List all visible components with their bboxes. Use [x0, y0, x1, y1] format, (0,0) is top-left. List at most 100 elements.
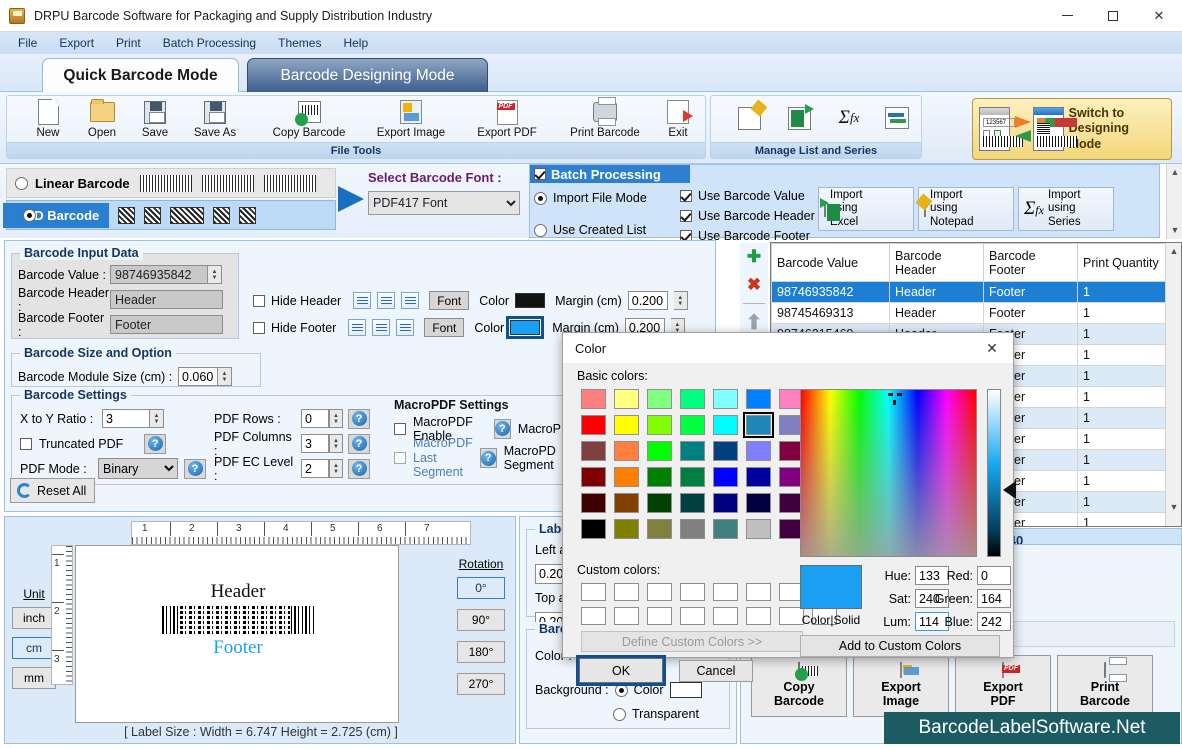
basic-color-swatch[interactable]	[713, 415, 738, 435]
x-to-y-ratio-stepper[interactable]: ▲ ▼	[150, 409, 164, 428]
cell-print-quantity[interactable]: 1	[1077, 344, 1168, 366]
macropdf-last-segment-row[interactable]: MacroPDF Last Segment ? MacroPD Segment	[394, 436, 570, 479]
delete-row-icon[interactable]: ✖	[744, 275, 764, 295]
header-margin-input[interactable]: 0.200	[627, 291, 668, 310]
cell-print-quantity[interactable]: 1	[1077, 470, 1168, 492]
tab-quick-barcode-mode[interactable]: Quick Barcode Mode	[42, 58, 239, 92]
basic-color-swatch[interactable]	[647, 467, 672, 487]
close-icon[interactable]: ✕	[971, 333, 1013, 363]
barcode-font-select[interactable]: PDF417 Font	[368, 191, 520, 215]
pdf-rows-stepper[interactable]: ▲ ▼	[329, 409, 343, 428]
basic-color-swatch[interactable]	[680, 415, 705, 435]
maximize-button[interactable]	[1090, 0, 1136, 32]
macropdf-last-segment-help-button[interactable]: ?	[479, 448, 497, 468]
basic-color-swatch[interactable]	[713, 467, 738, 487]
checkbox-use-barcode-value[interactable]: Use Barcode Value	[680, 186, 841, 206]
custom-color-slot[interactable]	[680, 607, 705, 625]
blue-input[interactable]	[977, 612, 1011, 631]
custom-color-slot[interactable]	[614, 607, 639, 625]
unit-button-inch[interactable]: inch	[12, 607, 56, 629]
basic-color-swatch[interactable]	[647, 519, 672, 539]
pdf-ec-level-stepper[interactable]: ▲ ▼	[329, 459, 343, 478]
menu-item-help[interactable]: Help	[333, 34, 378, 52]
module-size-stepper[interactable]: ▲ ▼	[218, 367, 232, 386]
print-barcode-button[interactable]: Print Barcode	[1057, 655, 1153, 717]
footer-color-swatch[interactable]	[506, 316, 545, 339]
cell-barcode-footer[interactable]: Footer	[983, 302, 1078, 324]
footer-align-left-button[interactable]	[348, 319, 367, 336]
menu-item-print[interactable]: Print	[106, 34, 151, 52]
luminance-bar[interactable]	[987, 389, 1001, 557]
basic-color-swatch[interactable]	[581, 441, 606, 461]
cell-print-quantity[interactable]: 1	[1077, 491, 1168, 513]
macropdf-enable-help-button[interactable]: ?	[493, 418, 511, 439]
macropdf-enable-checkbox[interactable]	[394, 422, 406, 435]
barcode-value-stepper[interactable]: ▲ ▼	[208, 265, 222, 284]
minimize-button[interactable]	[1044, 0, 1090, 32]
custom-color-slot[interactable]	[746, 583, 771, 601]
basic-color-swatch[interactable]	[746, 493, 771, 513]
reset-all-button[interactable]: Reset All	[10, 478, 95, 503]
cell-barcode-value[interactable]: 98745469313	[771, 302, 890, 324]
basic-color-swatch[interactable]	[746, 467, 771, 487]
move-up-icon[interactable]: ⬆	[744, 312, 764, 334]
switch-to-designing-mode-button[interactable]: 123567 Switch to Designing Mode	[972, 98, 1172, 160]
header-color-swatch[interactable]	[515, 293, 546, 308]
custom-color-slot[interactable]	[581, 607, 606, 625]
basic-color-swatch[interactable]	[713, 389, 738, 409]
cell-print-quantity[interactable]: 1	[1077, 302, 1168, 324]
module-size-input[interactable]: 0.060	[178, 367, 218, 386]
transparent-row[interactable]: Transparent	[613, 702, 729, 726]
background-color-swatch[interactable]	[669, 682, 702, 698]
pdf-columns-stepper[interactable]: ▲ ▼	[329, 434, 343, 453]
color-spectrum[interactable]	[800, 389, 977, 557]
basic-color-swatch[interactable]	[680, 519, 705, 539]
unit-button-mm[interactable]: mm	[12, 667, 56, 689]
add-row-icon[interactable]: ✚	[744, 247, 764, 267]
add-to-custom-colors-button[interactable]: Add to Custom Colors	[800, 635, 1000, 657]
basic-color-swatch[interactable]	[746, 389, 771, 409]
ribbon-button-export-pdf[interactable]: Export PDF	[459, 98, 555, 142]
column-header-barcode-value[interactable]: Barcode Value	[771, 243, 890, 282]
rotation-button-270[interactable]: 270°	[457, 673, 505, 695]
menu-item-themes[interactable]: Themes	[268, 34, 331, 52]
column-header-barcode-footer[interactable]: Barcode Footer	[983, 243, 1078, 282]
basic-color-swatch[interactable]	[614, 467, 639, 487]
luminance-pointer-icon[interactable]	[1003, 481, 1016, 499]
grid-vertical-scrollbar[interactable]: ▲ ▼	[1165, 243, 1181, 526]
radio-2d-barcode[interactable]: 2D Barcode	[3, 200, 336, 230]
header-font-button[interactable]: Font	[429, 291, 470, 310]
cell-print-quantity[interactable]: 1	[1077, 512, 1168, 526]
cell-print-quantity[interactable]: 1	[1077, 386, 1168, 408]
import-using-excel-button[interactable]: Import using Excel	[818, 187, 914, 231]
basic-color-swatch[interactable]	[614, 389, 639, 409]
copy-barcode-button[interactable]: Copy Barcode	[751, 655, 847, 717]
batch-processing-checkbox[interactable]	[534, 168, 546, 180]
grid-scroll-down-icon[interactable]: ▼	[1166, 499, 1181, 515]
basic-color-swatch[interactable]	[614, 519, 639, 539]
scroll-up-icon[interactable]: ▲	[1167, 164, 1182, 180]
custom-color-slot[interactable]	[680, 583, 705, 601]
batch-processing-header[interactable]: Batch Processing	[530, 165, 690, 183]
basic-color-swatch[interactable]	[581, 519, 606, 539]
basic-color-swatch[interactable]	[713, 441, 738, 461]
custom-color-slot[interactable]	[581, 583, 606, 601]
ribbon-button-exit[interactable]: Exit	[655, 98, 701, 142]
header-align-center-button[interactable]	[377, 292, 396, 309]
custom-color-slot[interactable]	[614, 583, 639, 601]
basic-color-swatch[interactable]	[680, 467, 705, 487]
cell-barcode-value[interactable]: 98746935842	[771, 281, 890, 303]
import-using-notepad-button[interactable]: Import using Notepad	[918, 187, 1014, 231]
rotation-button-90[interactable]: 90°	[457, 609, 505, 631]
scroll-down-icon[interactable]: ▼	[1167, 222, 1182, 238]
pdf-mode-select[interactable]: Binary	[98, 458, 178, 479]
basic-color-swatch[interactable]	[581, 389, 606, 409]
basic-color-swatch[interactable]	[713, 493, 738, 513]
table-row[interactable]: 98746935842 Header Footer 1	[771, 281, 1168, 303]
macropdf-last-segment-checkbox[interactable]	[394, 452, 406, 464]
cancel-button[interactable]: Cancel	[679, 660, 753, 682]
basic-color-swatch[interactable]	[746, 519, 771, 539]
cell-barcode-header[interactable]: Header	[889, 302, 984, 324]
truncated-pdf-help-button[interactable]: ?	[144, 433, 167, 454]
cell-barcode-header[interactable]: Header	[889, 281, 984, 303]
